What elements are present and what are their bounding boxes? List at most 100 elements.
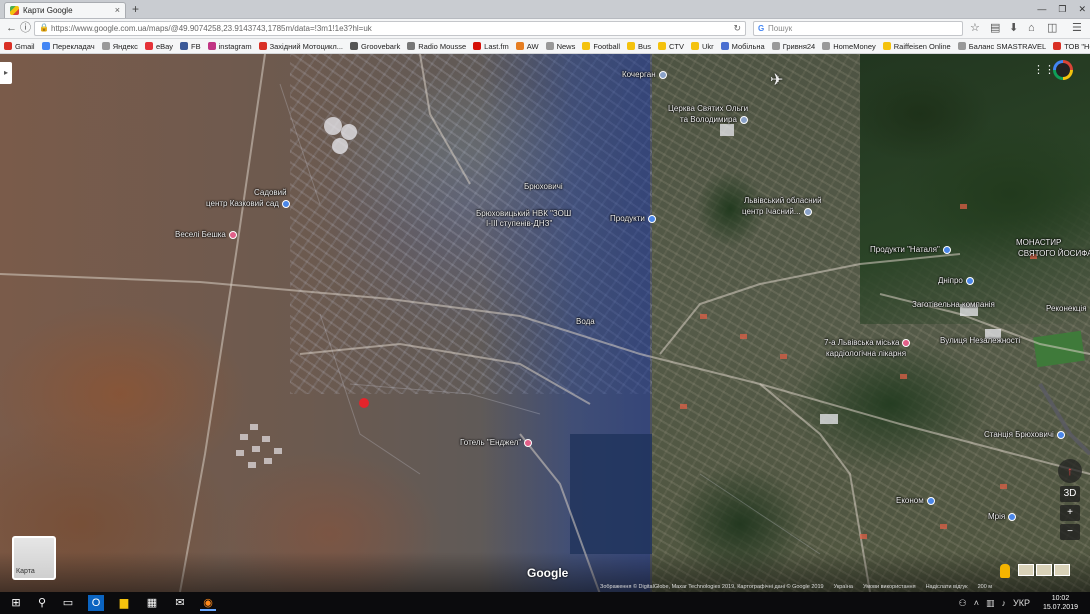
map-place-label[interactable]: Садовий xyxy=(254,188,287,197)
map-place-label[interactable]: та Володимира xyxy=(680,115,737,124)
place-pin-icon[interactable] xyxy=(524,439,532,447)
place-pin-icon[interactable] xyxy=(943,246,951,254)
thumbnail[interactable] xyxy=(1054,564,1070,576)
pocket-icon[interactable]: ◫ xyxy=(1047,20,1057,37)
bookmark-item[interactable]: Яндекс xyxy=(101,42,138,51)
search-icon[interactable]: ⚲ xyxy=(34,595,50,611)
bookmark-item[interactable]: News xyxy=(545,42,575,51)
place-pin-icon[interactable] xyxy=(1008,513,1016,521)
task-view-icon[interactable]: ▭ xyxy=(60,595,76,611)
back-arrow-icon[interactable]: ← xyxy=(6,20,17,37)
bookmark-item[interactable]: Мобільна xyxy=(720,42,765,51)
tab-close-icon[interactable]: × xyxy=(115,3,120,18)
person-icon[interactable]: ⚇ xyxy=(959,595,967,611)
bookmark-item[interactable]: eBay xyxy=(144,42,173,51)
imagery-thumbnails[interactable] xyxy=(1018,564,1070,576)
place-pin-icon[interactable] xyxy=(902,339,910,347)
satellite-map[interactable]: Кочерган Церква Святих Ольги та Володимира… xyxy=(0,54,1090,592)
attribution-item[interactable]: Умови використання xyxy=(863,584,916,592)
outlook-icon[interactable]: O xyxy=(88,595,104,611)
bookmark-item[interactable]: CTV xyxy=(657,42,684,51)
bookmark-item[interactable]: HomeMoney xyxy=(822,42,876,51)
map-place-label[interactable]: Реконекція xyxy=(1046,304,1087,313)
map-place-label[interactable]: Продукти xyxy=(610,214,645,223)
bookmark-item[interactable]: AW xyxy=(515,42,539,51)
place-pin-icon[interactable] xyxy=(1057,431,1065,439)
map-place-label[interactable]: Церква Святих Ольги xyxy=(668,104,748,113)
info-icon[interactable]: ⓘ xyxy=(20,20,31,37)
library-icon[interactable]: ▤ xyxy=(990,20,1000,37)
place-pin-icon[interactable] xyxy=(927,497,935,505)
map-place-label[interactable]: Продукти "Наталя" xyxy=(870,245,940,254)
chevron-up-icon[interactable]: ˄ xyxy=(974,595,979,611)
map-place-label[interactable]: Кочерган xyxy=(622,70,656,79)
new-tab-button[interactable]: + xyxy=(132,1,139,17)
bookmark-item[interactable]: Bus xyxy=(627,42,651,51)
bookmark-item[interactable]: Західний Мотоцикл... xyxy=(258,42,343,51)
menu-icon[interactable]: ☰ xyxy=(1072,20,1082,37)
place-pin-icon[interactable] xyxy=(659,71,667,79)
bookmark-item[interactable]: Football xyxy=(582,42,620,51)
map-place-label[interactable]: Брюховицький НВК "ЗОШ xyxy=(476,209,571,218)
bookmark-item[interactable]: Ukr xyxy=(690,42,714,51)
bookmark-item[interactable]: Гривня24 xyxy=(771,42,815,51)
store-icon[interactable]: ▦ xyxy=(144,595,160,611)
thumbnail[interactable] xyxy=(1036,564,1052,576)
map-place-label[interactable]: Заготівельна компанія xyxy=(912,300,995,309)
place-pin-icon[interactable] xyxy=(648,215,656,223)
map-place-label[interactable]: Готель "Енджел" xyxy=(460,438,521,447)
map-place-label[interactable]: Економ xyxy=(896,496,924,505)
street-view-pegman-icon[interactable] xyxy=(1000,564,1010,578)
map-place-label[interactable]: Мрія xyxy=(988,512,1005,521)
map-place-label[interactable]: Веселі Бешка xyxy=(175,230,226,239)
search-box[interactable]: G Пошук xyxy=(753,21,963,36)
close-window-icon[interactable]: ✕ xyxy=(1078,0,1086,18)
map-place-label[interactable]: Дніпро xyxy=(938,276,963,285)
network-icon[interactable]: ▥ xyxy=(986,595,995,611)
bookmark-item[interactable]: Raiffeisen Online xyxy=(882,42,951,51)
reload-icon[interactable]: ↻ xyxy=(733,22,741,35)
place-pin-icon[interactable] xyxy=(229,231,237,239)
minimize-icon[interactable]: — xyxy=(1037,0,1046,18)
bookmark-item[interactable]: Перекладач xyxy=(41,42,95,51)
zoom-out-button[interactable]: − xyxy=(1060,524,1080,540)
home-icon[interactable]: ⌂ xyxy=(1028,20,1035,37)
bookmark-item[interactable]: ТОВ "Нова Пошта" -... xyxy=(1053,42,1090,51)
attribution-item[interactable]: Надіслати відгук xyxy=(926,584,968,592)
place-pin-icon[interactable] xyxy=(282,200,290,208)
map-place-label[interactable]: Львівський обласний xyxy=(744,196,822,205)
thumbnail[interactable] xyxy=(1018,564,1034,576)
map-place-label[interactable]: 7-а Львівська міська xyxy=(824,338,899,347)
mail-icon[interactable]: ✉ xyxy=(172,595,188,611)
bookmark-item[interactable]: Groovebark xyxy=(350,42,400,51)
volume-icon[interactable]: ♪ xyxy=(1002,595,1007,611)
map-place-label[interactable]: СВЯТОГО ЙОСИФА xyxy=(1018,249,1090,258)
dropped-pin-marker[interactable] xyxy=(359,398,369,408)
bookmark-item[interactable]: Last.fm xyxy=(473,42,509,51)
bookmark-item[interactable]: Баланс SMASTRAVEL xyxy=(957,42,1046,51)
url-text[interactable]: https://www.google.com.ua/maps/@49.90742… xyxy=(51,22,372,35)
zoom-in-button[interactable]: + xyxy=(1060,505,1080,521)
map-place-label[interactable]: Вулиця Незалежності xyxy=(940,336,1020,345)
windows-start-icon[interactable]: ⊞ xyxy=(8,595,24,611)
map-place-label[interactable]: центр Казковий сад xyxy=(206,199,279,208)
tilt-3d-button[interactable]: 3D xyxy=(1060,486,1080,502)
bookmark-item[interactable]: Gmail xyxy=(4,42,35,51)
address-bar[interactable]: 🔒 https://www.google.com.ua/maps/@49.907… xyxy=(34,21,746,36)
compass-icon[interactable]: ↑ xyxy=(1058,459,1082,483)
language-indicator[interactable]: УКР xyxy=(1013,595,1030,611)
map-place-label[interactable]: МОНАСТИР xyxy=(1016,238,1061,247)
download-icon[interactable]: ⬇ xyxy=(1009,20,1018,37)
place-pin-icon[interactable] xyxy=(740,116,748,124)
apps-grid-icon[interactable]: ⋮⋮ xyxy=(1033,64,1055,76)
bookmark-item[interactable]: Radio Mousse xyxy=(407,42,466,51)
side-panel-toggle[interactable]: ▸ xyxy=(0,62,12,84)
file-explorer-icon[interactable]: ▆ xyxy=(116,595,132,611)
map-place-label[interactable]: Брюховичі xyxy=(524,182,563,191)
place-pin-icon[interactable] xyxy=(804,208,812,216)
account-avatar[interactable] xyxy=(1053,60,1073,80)
maximize-icon[interactable]: ❐ xyxy=(1058,0,1066,18)
attribution-item[interactable]: 200 м xyxy=(978,584,993,592)
map-place-label[interactable]: I-III ступенів-ДНЗ" xyxy=(486,219,552,228)
place-pin-icon[interactable] xyxy=(966,277,974,285)
